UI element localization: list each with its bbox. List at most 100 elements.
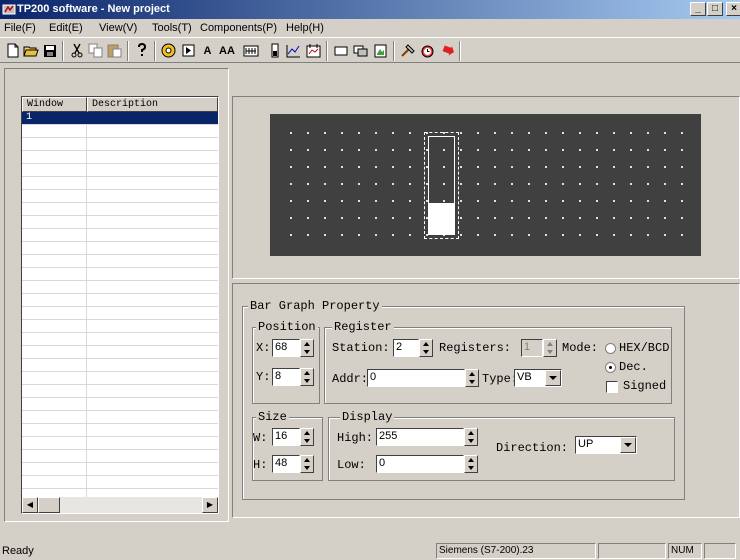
grid-dot: [494, 217, 496, 219]
screen-switch-icon[interactable]: [352, 42, 369, 59]
list-item[interactable]: [22, 268, 218, 281]
type-dropdown-icon[interactable]: [545, 370, 561, 386]
grid-dot: [358, 132, 360, 134]
height-input[interactable]: 48: [272, 455, 300, 473]
hmi-screen-canvas[interactable]: [270, 114, 701, 256]
maximize-button[interactable]: □: [707, 2, 723, 16]
column-header-description[interactable]: Description: [87, 97, 218, 112]
high-input[interactable]: 255: [376, 428, 464, 446]
high-spinner[interactable]: [464, 428, 478, 446]
list-item[interactable]: [22, 294, 218, 307]
grid-dot: [460, 234, 462, 236]
new-file-icon[interactable]: [4, 42, 21, 59]
help-question-icon[interactable]: [133, 42, 150, 59]
grid-dot: [477, 149, 479, 151]
addr-input[interactable]: 0: [367, 369, 465, 387]
list-item[interactable]: [22, 372, 218, 385]
column-header-window[interactable]: Window: [22, 97, 87, 112]
menu-tools[interactable]: Tools(T): [152, 22, 192, 34]
list-item[interactable]: [22, 450, 218, 463]
trend-chart-icon[interactable]: [285, 42, 302, 59]
list-item[interactable]: [22, 255, 218, 268]
mode-hex-radio[interactable]: [605, 343, 616, 354]
cut-scissors-icon[interactable]: [68, 42, 85, 59]
x-spinner[interactable]: [300, 339, 314, 357]
grid-dot: [562, 149, 564, 151]
mode-dec-radio[interactable]: [605, 362, 616, 373]
close-button[interactable]: ×: [726, 2, 740, 16]
direction-dropdown-icon[interactable]: [620, 437, 636, 453]
horizontal-scrollbar[interactable]: ◀ ▶: [22, 497, 218, 513]
scroll-right-icon[interactable]: ▶: [202, 497, 218, 513]
list-item[interactable]: [22, 385, 218, 398]
list-item[interactable]: [22, 463, 218, 476]
station-spinner[interactable]: [419, 339, 433, 357]
x-input[interactable]: 68: [272, 339, 300, 357]
menu-edit[interactable]: Edit(E): [49, 22, 83, 34]
scroll-left-icon[interactable]: ◀: [22, 497, 38, 513]
scroll-thumb[interactable]: [38, 497, 60, 513]
list-item[interactable]: [22, 333, 218, 346]
low-spinner[interactable]: [464, 455, 478, 473]
menu-view[interactable]: View(V): [99, 22, 137, 34]
list-item[interactable]: [22, 164, 218, 177]
list-item[interactable]: [22, 398, 218, 411]
list-item[interactable]: [22, 437, 218, 450]
alarm-clock-icon[interactable]: [419, 42, 436, 59]
image-tool-icon[interactable]: [372, 42, 389, 59]
bar-graph-tool-icon[interactable]: [266, 42, 283, 59]
copy-icon[interactable]: [87, 42, 104, 59]
list-item[interactable]: [22, 346, 218, 359]
text-tool-icon[interactable]: A: [199, 42, 216, 59]
addr-spinner[interactable]: [465, 369, 479, 387]
grid-dot: [511, 149, 513, 151]
y-spinner[interactable]: [300, 368, 314, 386]
button-tool-icon[interactable]: [332, 42, 349, 59]
width-input[interactable]: 16: [272, 428, 300, 446]
open-folder-icon[interactable]: [22, 42, 39, 59]
height-spinner[interactable]: [300, 455, 314, 473]
grid-dot: [358, 183, 360, 185]
grid-dot: [307, 132, 309, 134]
list-item[interactable]: [22, 216, 218, 229]
toolbar: A AA: [0, 37, 740, 63]
compile-disc-icon[interactable]: [160, 42, 177, 59]
list-item[interactable]: [22, 424, 218, 437]
list-item[interactable]: [22, 203, 218, 216]
list-item[interactable]: [22, 476, 218, 489]
grid-dot: [664, 132, 666, 134]
y-input[interactable]: 8: [272, 368, 300, 386]
list-item[interactable]: [22, 151, 218, 164]
historical-chart-icon[interactable]: [305, 42, 322, 59]
window-list[interactable]: Window Description 1: [21, 96, 219, 514]
run-simulation-icon[interactable]: [180, 42, 197, 59]
list-item[interactable]: [22, 320, 218, 333]
list-item[interactable]: [22, 229, 218, 242]
menu-components[interactable]: Components(P): [200, 22, 277, 34]
list-item[interactable]: [22, 242, 218, 255]
menu-help[interactable]: Help(H): [286, 22, 324, 34]
list-item[interactable]: [22, 411, 218, 424]
list-item[interactable]: 1: [22, 112, 218, 125]
numeric-display-icon[interactable]: [242, 42, 259, 59]
menu-file[interactable]: File(F): [4, 22, 36, 34]
save-disk-icon[interactable]: [41, 42, 58, 59]
large-text-tool-icon[interactable]: AA: [217, 42, 237, 59]
list-item[interactable]: [22, 190, 218, 203]
minimize-button[interactable]: _: [690, 2, 706, 16]
plc-settings-icon[interactable]: [399, 42, 416, 59]
list-item[interactable]: [22, 307, 218, 320]
list-item[interactable]: [22, 177, 218, 190]
signed-checkbox[interactable]: [606, 381, 618, 393]
window-title: TP200 software - New project: [17, 3, 170, 15]
download-arrow-icon[interactable]: [439, 42, 456, 59]
list-item[interactable]: [22, 125, 218, 138]
low-input[interactable]: 0: [376, 455, 464, 473]
list-item[interactable]: [22, 138, 218, 151]
list-item[interactable]: [22, 359, 218, 372]
bar-graph-element[interactable]: [424, 132, 459, 239]
paste-clipboard-icon[interactable]: [106, 42, 123, 59]
list-item[interactable]: [22, 281, 218, 294]
station-input[interactable]: 2: [393, 339, 419, 357]
width-spinner[interactable]: [300, 428, 314, 446]
